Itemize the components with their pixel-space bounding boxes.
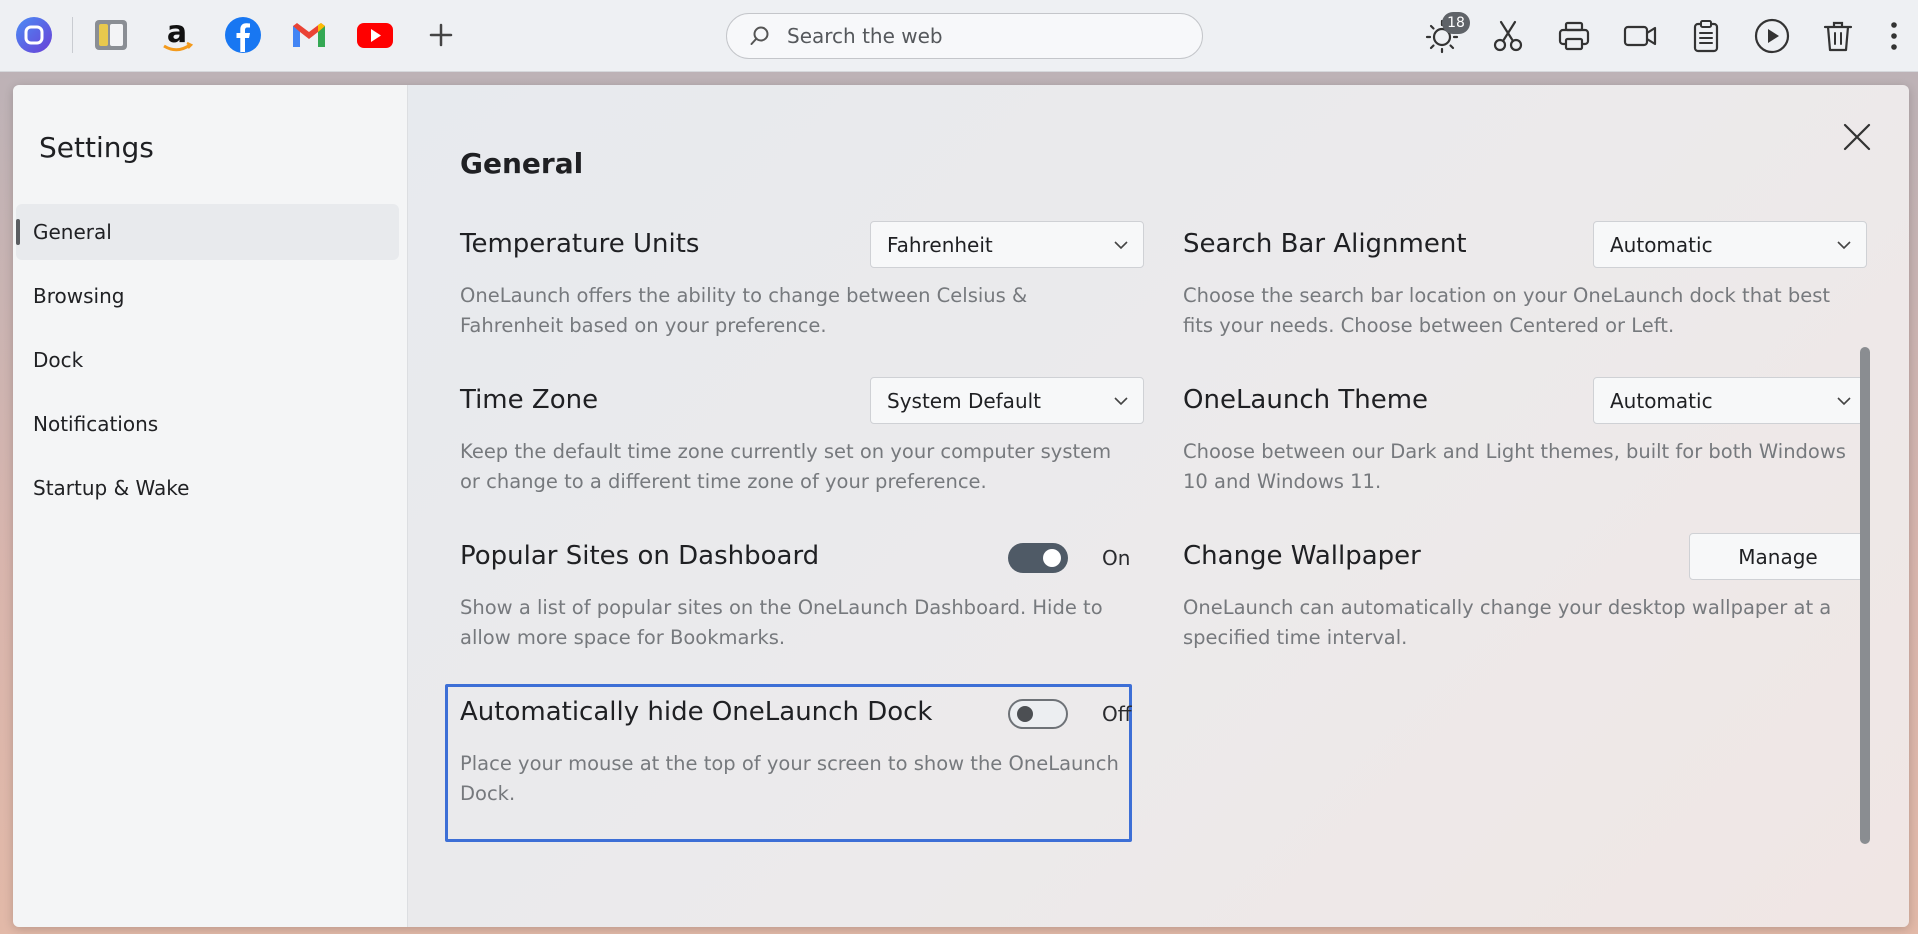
popular-sites-description: Show a list of popular sites on the OneL…	[460, 596, 1103, 649]
manage-wallpaper-button[interactable]: Manage	[1689, 533, 1867, 580]
weather-icon[interactable]: 18	[1420, 12, 1470, 58]
chevron-down-icon	[1837, 397, 1851, 406]
youtube-icon[interactable]	[355, 15, 395, 55]
sidebar-item-general[interactable]: General	[16, 204, 399, 260]
amazon-icon[interactable]: a	[157, 15, 197, 55]
add-icon[interactable]	[421, 15, 461, 55]
auto-hide-dock-description: Place your mouse at the top of your scre…	[460, 752, 1119, 805]
dock-separator	[72, 17, 73, 53]
sidebar-item-dock[interactable]: Dock	[16, 332, 399, 388]
clipboard-icon[interactable]	[1684, 14, 1728, 58]
auto-hide-dock-toggle[interactable]	[1008, 699, 1068, 729]
page-title: General	[460, 147, 584, 180]
search-bar-alignment-dropdown[interactable]: Automatic	[1593, 221, 1867, 268]
auto-hide-dock-toggle-label: Off	[1102, 702, 1132, 726]
chevron-down-icon	[1837, 241, 1851, 250]
sidebar-title: Settings	[39, 131, 154, 164]
popular-sites-title: Popular Sites on Dashboard	[460, 541, 820, 571]
toggle-knob	[1017, 706, 1033, 722]
sidebar-item-browsing[interactable]: Browsing	[16, 268, 399, 324]
search-bar-alignment-title: Search Bar Alignment	[1183, 229, 1467, 259]
chevron-down-icon	[1114, 241, 1128, 250]
dock-app-launcher: a	[14, 15, 487, 55]
dropdown-value: Automatic	[1610, 388, 1713, 413]
time-zone-title: Time Zone	[460, 385, 599, 415]
facebook-icon[interactable]	[223, 15, 263, 55]
temperature-units-description: OneLaunch offers the ability to change b…	[460, 284, 1028, 337]
search-icon	[750, 26, 769, 45]
active-indicator	[16, 219, 20, 245]
onelaunch-theme-title: OneLaunch Theme	[1183, 385, 1429, 415]
trash-icon[interactable]	[1816, 14, 1860, 58]
onelaunch-icon[interactable]	[14, 15, 54, 55]
auto-hide-dock-title: Automatically hide OneLaunch Dock	[460, 697, 933, 727]
web-search-bar[interactable]: Search the web	[726, 13, 1203, 59]
settings-panel: Settings General Browsing Dock Notificat…	[13, 85, 1909, 927]
settings-content: General Temperature Units Fahrenheit One…	[408, 85, 1909, 927]
sidebar-item-label: General	[33, 220, 112, 244]
sidebar-item-label: Dock	[33, 348, 84, 372]
temperature-units-title: Temperature Units	[460, 229, 700, 259]
sidebar-item-label: Notifications	[33, 412, 159, 436]
popular-sites-toggle[interactable]	[1008, 543, 1068, 573]
svg-text:a: a	[167, 16, 187, 50]
onelaunch-theme-description: Choose between our Dark and Light themes…	[1183, 440, 1846, 493]
play-icon[interactable]	[1750, 14, 1794, 58]
close-icon[interactable]	[1841, 121, 1873, 153]
time-zone-dropdown[interactable]: System Default	[870, 377, 1144, 424]
dropdown-value: Fahrenheit	[887, 232, 993, 257]
more-icon[interactable]	[1882, 14, 1906, 58]
change-wallpaper-title: Change Wallpaper	[1183, 541, 1421, 571]
window-manager-icon[interactable]	[91, 15, 131, 55]
sidebar-item-notifications[interactable]: Notifications	[16, 396, 399, 452]
weather-badge: 18	[1442, 12, 1470, 34]
temperature-units-dropdown[interactable]: Fahrenheit	[870, 221, 1144, 268]
dropdown-value: Automatic	[1610, 232, 1713, 257]
scissors-icon[interactable]	[1486, 14, 1530, 58]
onelaunch-dock: a Search the web 18	[0, 0, 1918, 72]
chevron-down-icon	[1114, 397, 1128, 406]
toggle-knob	[1043, 549, 1061, 567]
content-scrollbar[interactable]	[1860, 347, 1870, 844]
sidebar-item-label: Startup & Wake	[33, 476, 190, 500]
sidebar-item-startup-wake[interactable]: Startup & Wake	[16, 460, 399, 516]
search-bar-alignment-description: Choose the search bar location on your O…	[1183, 284, 1831, 337]
video-camera-icon[interactable]	[1618, 14, 1662, 58]
time-zone-description: Keep the default time zone currently set…	[460, 440, 1112, 493]
sidebar-item-label: Browsing	[33, 284, 125, 308]
search-placeholder: Search the web	[787, 24, 943, 48]
onelaunch-theme-dropdown[interactable]: Automatic	[1593, 377, 1867, 424]
gmail-icon[interactable]	[289, 15, 329, 55]
dock-tools: 18	[1420, 12, 1918, 58]
popular-sites-toggle-label: On	[1102, 546, 1131, 570]
change-wallpaper-description: OneLaunch can automatically change your …	[1183, 596, 1832, 649]
printer-icon[interactable]	[1552, 14, 1596, 58]
dropdown-value: System Default	[887, 388, 1042, 413]
settings-sidebar: Settings General Browsing Dock Notificat…	[13, 85, 408, 927]
